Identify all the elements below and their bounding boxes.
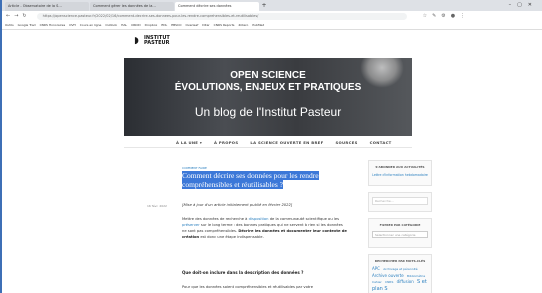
banner-title: OPEN SCIENCE xyxy=(230,70,306,81)
extensions-icons[interactable]: ☆✎⚙●⋮ xyxy=(423,13,471,19)
new-tab-icon[interactable]: + xyxy=(260,2,268,11)
paragraph-text: est donc une étape indispensable. xyxy=(199,235,264,239)
browser-tab-1[interactable]: Article - Observatoire de la S… xyxy=(5,2,89,11)
bookmark-item[interactable]: Ditar xyxy=(202,23,209,27)
bookmarks-bar: Outils Google Trad CNRS Honoraires OVH C… xyxy=(2,21,542,30)
main-nav: À LA UNE ▾ À PROPOS LA SCIENCE OUVERTE E… xyxy=(176,138,392,145)
tag-cloud: APC Archivage et pérennité Archive ouver… xyxy=(369,263,431,293)
bookmark-item[interactable]: PubMed xyxy=(252,23,264,27)
nav-item-science-ouverte[interactable]: LA SCIENCE OUVERTE EN BREF xyxy=(250,138,323,145)
web-page: ◗ INSTITUT PASTEUR OPEN SCIENCE ÉVOLUTIO… xyxy=(2,30,542,293)
nav-item-a-la-une[interactable]: À LA UNE ▾ xyxy=(176,138,202,145)
tags-heading: RECHERCHER PAR MOTS-CLÉS xyxy=(374,259,426,263)
logo-line2: PASTEUR xyxy=(144,40,170,46)
newsletter-link[interactable]: Lettre d'information hebdomadaire xyxy=(369,173,431,177)
subscribe-heading: S'ABONNER AUX ACTUALITÉS xyxy=(375,165,425,169)
nav-item-sources[interactable]: SOURCES xyxy=(335,138,357,145)
bookmark-item[interactable]: Cours en ligne xyxy=(80,23,102,27)
bookmark-item[interactable]: ORCID xyxy=(131,23,141,27)
sidebar-search: Recherche… xyxy=(368,192,432,212)
window-controls[interactable]: –▢✕ xyxy=(509,2,538,8)
bookmark-item[interactable]: Google Trad xyxy=(18,23,36,27)
article-intro: [Mise à jour d'un article initialement p… xyxy=(182,203,293,207)
nav-item-contact[interactable]: CONTACT xyxy=(370,138,392,145)
banner-subtitle: ÉVOLUTIONS, ENJEUX ET PRATIQUES xyxy=(174,82,362,93)
back-icon[interactable]: ← xyxy=(6,13,10,19)
filter-heading: FILTRER PAR CATÉGORIE xyxy=(379,223,421,227)
bookmark-item[interactable]: CNRS Reports xyxy=(214,23,235,27)
tag-link[interactable]: Archive ouverte xyxy=(372,273,404,278)
section-heading: Que doit-on inclure dans la description … xyxy=(182,270,304,275)
sidebar-filter: FILTRER PAR CATÉGORIE Sélectionner une c… xyxy=(368,218,432,248)
tag-link[interactable]: Archivage et pérennité xyxy=(383,267,417,271)
article-date: 16 févr. 2022 xyxy=(147,204,167,208)
bookmark-item[interactable]: OVH xyxy=(69,23,76,27)
bookmark-item[interactable]: Outlook xyxy=(105,23,117,27)
bookmark-item[interactable]: Overleaf xyxy=(185,23,198,27)
tag-link[interactable]: diffusion xyxy=(397,279,414,284)
tag-link[interactable]: CNRS xyxy=(385,280,393,284)
link-disposition[interactable]: disposition xyxy=(249,217,269,221)
browser-window: Article - Observatoire de la S… Comment … xyxy=(2,0,542,293)
nav-divider xyxy=(124,147,412,148)
tag-link[interactable]: Bibliométrie xyxy=(407,274,425,278)
category-select[interactable]: Sélectionner une catégorie xyxy=(372,231,428,238)
banner-tagline: Un blog de l'Institut Pasteur xyxy=(194,105,342,119)
article-title-text: Comment décrire ses données pour les ren… xyxy=(182,171,319,189)
paragraph-text: de la communauté scientifique ou les xyxy=(268,217,340,221)
paragraph-text: Mettre des données de recherche à xyxy=(182,217,249,221)
pasteur-logo-icon: ◗ xyxy=(134,36,139,46)
tag-link[interactable]: APC xyxy=(372,266,380,271)
bookmark-item[interactable]: CNRS Honoraires xyxy=(40,23,66,27)
article-paragraph-2: Pour que les données soient compréhensib… xyxy=(182,285,313,289)
bookmark-item[interactable]: Dropbox xyxy=(145,23,158,27)
bookmark-item[interactable]: Outils xyxy=(5,23,14,27)
sidebar-tags: RECHERCHER PAR MOTS-CLÉS APC Archivage e… xyxy=(368,254,432,293)
site-banner: OPEN SCIENCE ÉVOLUTIONS, ENJEUX ET PRATI… xyxy=(124,58,412,136)
link-preserver[interactable]: préserver xyxy=(182,223,200,227)
address-bar[interactable]: https://openscience.pasteur.fr/2022/02/1… xyxy=(36,12,407,20)
article-title: Comment décrire ses données pour les ren… xyxy=(182,171,342,189)
reload-icon[interactable]: ↻ xyxy=(22,13,26,19)
browser-toolbar: ← → ↻ https://openscience.pasteur.fr/202… xyxy=(2,11,542,21)
search-input[interactable]: Recherche… xyxy=(372,197,428,205)
article-paragraph-1: Mettre des données de recherche à dispos… xyxy=(182,216,347,240)
bookmark-item[interactable]: EBSCO xyxy=(171,23,181,27)
browser-tab-active[interactable]: Comment décrire ses données xyxy=(175,2,259,11)
article-category[interactable]: COMMENT FAIRE xyxy=(182,166,207,170)
bookmark-item[interactable]: EDL xyxy=(161,23,167,27)
site-logo[interactable]: ◗ INSTITUT PASTEUR xyxy=(134,36,170,47)
browser-tab-2[interactable]: Comment gérer les données de la… xyxy=(90,2,174,11)
tab-bar: Article - Observatoire de la S… Comment … xyxy=(2,0,542,11)
bookmark-item[interactable]: Zotero xyxy=(238,23,248,27)
nav-item-a-propos[interactable]: À PROPOS xyxy=(214,138,238,145)
tag-link[interactable]: Cahier xyxy=(372,280,382,284)
bookmark-item[interactable]: HAL xyxy=(121,23,127,27)
forward-icon[interactable]: → xyxy=(14,13,18,19)
sidebar-subscribe: S'ABONNER AUX ACTUALITÉS Lettre d'inform… xyxy=(368,160,432,186)
